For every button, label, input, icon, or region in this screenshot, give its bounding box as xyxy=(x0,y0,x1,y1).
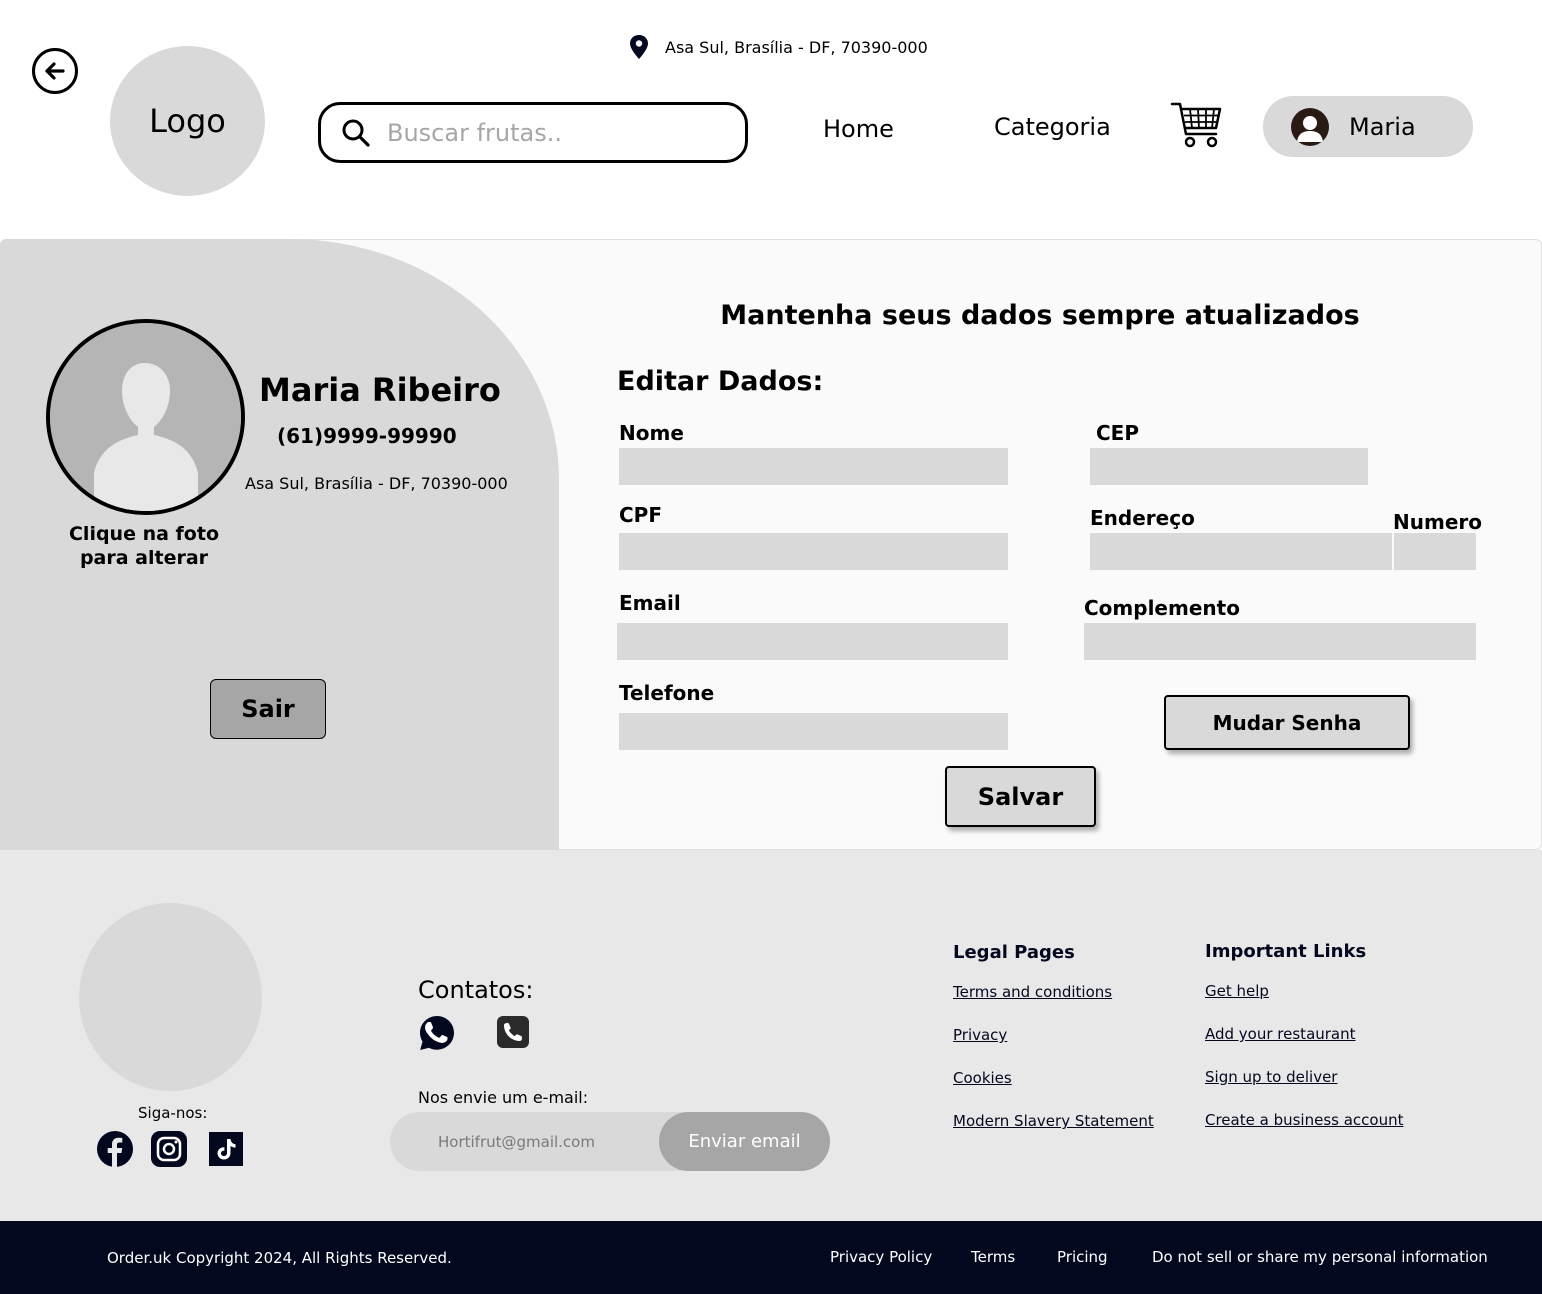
facebook-link[interactable] xyxy=(97,1131,133,1167)
instagram-link[interactable] xyxy=(151,1131,187,1167)
cart-icon xyxy=(1170,102,1222,148)
phone-icon xyxy=(497,1016,529,1048)
important-link-business[interactable]: Create a business account xyxy=(1205,1111,1403,1129)
search-bar[interactable] xyxy=(318,102,748,163)
important-link-deliver[interactable]: Sign up to deliver xyxy=(1205,1068,1337,1086)
user-menu[interactable]: Maria xyxy=(1263,96,1473,157)
legal-link-privacy[interactable]: Privacy xyxy=(953,1026,1007,1044)
cep-label: CEP xyxy=(1096,421,1139,445)
location-display: Asa Sul, Brasília - DF, 70390-000 xyxy=(627,34,928,60)
contacts-title: Contatos: xyxy=(418,976,534,1004)
search-icon xyxy=(342,119,370,147)
email-cta-label: Nos envie um e-mail: xyxy=(418,1088,589,1107)
profile-phone: (61)9999-99990 xyxy=(277,424,457,448)
complemento-field[interactable] xyxy=(1084,623,1476,660)
logo-text: Logo xyxy=(149,102,226,140)
search-input[interactable] xyxy=(387,118,707,147)
nome-field[interactable] xyxy=(619,448,1008,485)
logo[interactable]: Logo xyxy=(110,46,265,196)
form-heading: Mantenha seus dados sempre atualizados xyxy=(720,300,1360,331)
cart-button[interactable] xyxy=(1170,100,1224,148)
nome-label: Nome xyxy=(619,421,684,445)
tiktok-link[interactable] xyxy=(209,1132,243,1166)
legal-link-cookies[interactable]: Cookies xyxy=(953,1069,1012,1087)
cep-field[interactable] xyxy=(1090,448,1368,485)
photo-change-hint: Clique na foto para alterar xyxy=(68,523,219,569)
profile-name: Maria Ribeiro xyxy=(259,371,501,409)
user-silhouette-icon xyxy=(50,323,241,511)
bottom-link-terms[interactable]: Terms xyxy=(971,1248,1015,1266)
cpf-label: CPF xyxy=(619,503,662,527)
change-password-button[interactable]: Mudar Senha xyxy=(1164,695,1410,750)
save-button[interactable]: Salvar xyxy=(945,766,1096,827)
telefone-label: Telefone xyxy=(619,681,715,705)
numero-field[interactable] xyxy=(1394,533,1476,570)
important-link-restaurant[interactable]: Add your restaurant xyxy=(1205,1025,1356,1043)
complemento-label: Complemento xyxy=(1084,596,1240,620)
facebook-icon xyxy=(97,1131,133,1167)
important-links-title: Important Links xyxy=(1205,941,1367,962)
location-text: Asa Sul, Brasília - DF, 70390-000 xyxy=(665,37,928,57)
important-link-help[interactable]: Get help xyxy=(1205,982,1269,1000)
phone-link[interactable] xyxy=(497,1016,529,1048)
numero-label: Numero xyxy=(1393,510,1482,534)
follow-label: Siga-nos: xyxy=(138,1104,208,1122)
edit-data-title: Editar Dados: xyxy=(617,366,824,397)
bottom-link-do-not-sell[interactable]: Do not sell or share my personal informa… xyxy=(1152,1248,1488,1266)
newsletter-email-input[interactable] xyxy=(438,1126,648,1158)
tiktok-icon xyxy=(209,1132,243,1166)
telefone-field[interactable] xyxy=(619,713,1008,750)
copyright-text: Order.uk Copyright 2024, All Rights Rese… xyxy=(107,1249,452,1267)
whatsapp-link[interactable] xyxy=(418,1014,456,1052)
whatsapp-icon xyxy=(420,1016,454,1050)
legal-link-slavery[interactable]: Modern Slavery Statement xyxy=(953,1112,1154,1130)
profile-photo[interactable] xyxy=(46,319,245,515)
legal-pages-title: Legal Pages xyxy=(953,942,1075,963)
back-button[interactable] xyxy=(32,48,78,94)
send-email-button[interactable]: Enviar email xyxy=(659,1112,830,1171)
instagram-icon xyxy=(151,1131,187,1167)
nav-categoria[interactable]: Categoria xyxy=(994,113,1111,141)
endereco-field[interactable] xyxy=(1090,533,1392,570)
endereco-label: Endereço xyxy=(1090,506,1195,530)
back-arrow-icon xyxy=(45,62,65,80)
email-label: Email xyxy=(619,591,681,615)
cpf-field[interactable] xyxy=(619,533,1008,570)
footer-logo xyxy=(79,903,262,1091)
bottom-link-pricing[interactable]: Pricing xyxy=(1057,1248,1108,1266)
profile-address: Asa Sul, Brasília - DF, 70390-000 xyxy=(245,474,508,493)
user-avatar-icon xyxy=(1291,107,1329,146)
email-field[interactable] xyxy=(617,623,1008,660)
legal-link-terms[interactable]: Terms and conditions xyxy=(953,983,1112,1001)
logout-button[interactable]: Sair xyxy=(210,679,326,739)
user-name: Maria xyxy=(1349,112,1416,141)
location-pin-icon xyxy=(630,35,648,59)
bottom-link-privacy[interactable]: Privacy Policy xyxy=(830,1248,932,1266)
nav-home[interactable]: Home xyxy=(823,115,894,143)
